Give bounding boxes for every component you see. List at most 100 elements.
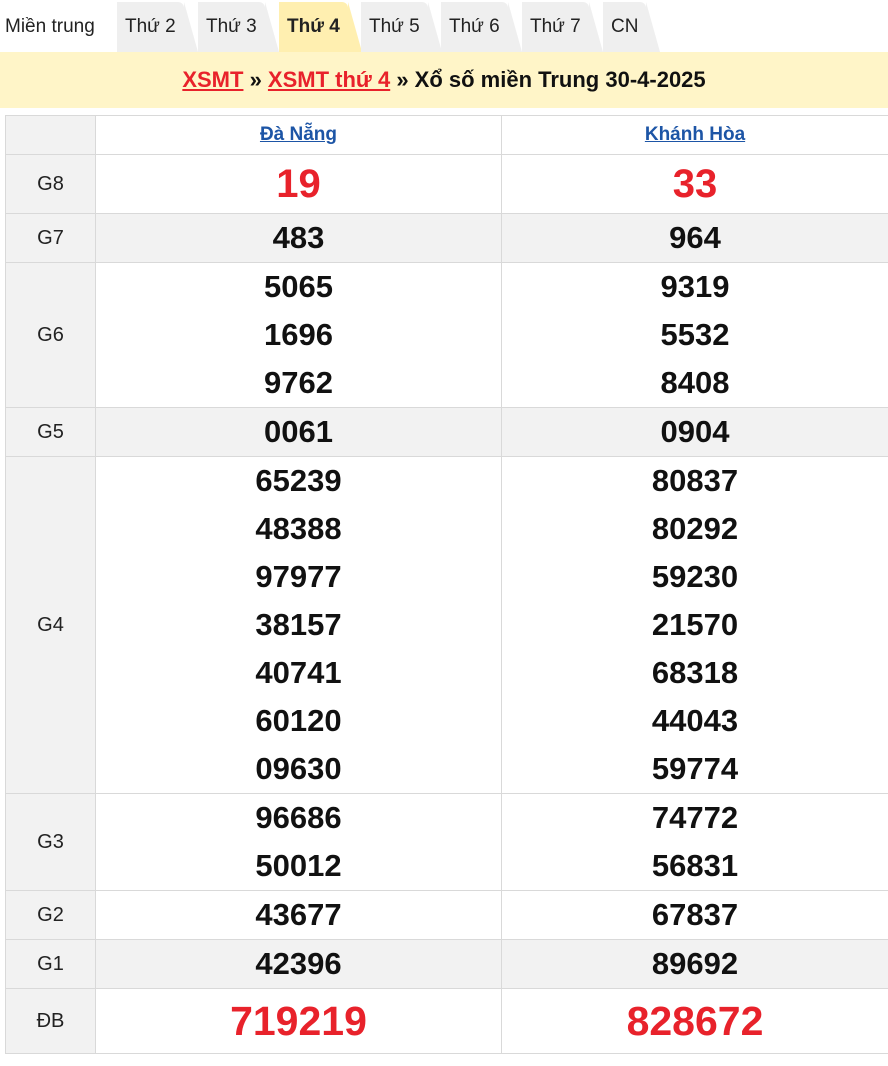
tab-label: Thứ 6: [449, 16, 500, 37]
result-cell-khanh-hoa: 74772 56831: [501, 793, 888, 891]
prize-number: 828672: [626, 998, 764, 1044]
tab-label: CN: [611, 16, 639, 37]
tab-label: Thứ 3: [206, 16, 257, 37]
prize-number: 8408: [660, 365, 730, 400]
prize-number: 0061: [264, 414, 333, 449]
prize-number: 65239: [255, 463, 342, 498]
result-cell-khanh-hoa: 33: [501, 154, 888, 214]
tab-label: Thứ 5: [369, 16, 420, 37]
prize-number: 96686: [255, 800, 342, 835]
tab-label: Miền trung: [5, 16, 95, 37]
prize-number: 964: [669, 220, 721, 255]
prize-number: 80292: [651, 511, 739, 546]
result-cell-khanh-hoa: 9319 5532 8408: [501, 262, 888, 408]
result-cell-da-nang: 5065 1696 9762: [95, 262, 502, 408]
xsmt-thu-4-link[interactable]: XSMT thứ 4: [268, 67, 390, 92]
result-cell-da-nang: 719219: [95, 988, 502, 1054]
prize-number: 80837: [651, 463, 739, 498]
table-row: G7 483 964: [5, 213, 888, 263]
results-table: Đà Nẵng Khánh Hòa G8 19 33 G7 483 964 G6 5065 16…: [5, 115, 888, 1054]
prize-number: 42396: [255, 946, 342, 981]
result-cell-khanh-hoa: 67837: [501, 890, 888, 940]
title-separator: »: [243, 67, 268, 92]
table-row: G5 0061 0904: [5, 407, 888, 457]
table-row: G8 19 33: [5, 154, 888, 214]
prize-number: 59230: [651, 559, 739, 594]
header-empty: [5, 115, 96, 155]
tab-mien-trung[interactable]: Miền trung: [0, 2, 103, 52]
prize-number: 43677: [255, 897, 342, 932]
prize-number: 0904: [660, 414, 730, 449]
prize-number: 21570: [651, 607, 739, 642]
result-cell-khanh-hoa: 0904: [501, 407, 888, 457]
prize-number: 19: [276, 162, 321, 206]
prize-number: 59774: [651, 751, 739, 786]
prize-number: 9762: [264, 365, 333, 400]
result-cell-da-nang: 19: [95, 154, 502, 214]
tab-label: Thứ 7: [530, 16, 581, 37]
province-header: Khánh Hòa: [501, 115, 888, 155]
result-cell-da-nang: 65239 48388 97977 38157 40741 60120 09630: [95, 456, 502, 794]
prize-label: G7: [5, 213, 96, 263]
table-row: ĐB 719219 828672: [5, 988, 888, 1054]
result-cell-da-nang: 0061: [95, 407, 502, 457]
prize-number: 09630: [255, 751, 342, 786]
prize-number: 40741: [255, 655, 342, 690]
result-cell-da-nang: 96686 50012: [95, 793, 502, 891]
result-cell-khanh-hoa: 89692: [501, 939, 888, 989]
result-cell-da-nang: 483: [95, 213, 502, 263]
prize-number: 5065: [264, 269, 333, 304]
prize-number: 719219: [230, 998, 367, 1044]
prize-number: 483: [272, 220, 325, 255]
table-header: Đà Nẵng Khánh Hòa: [5, 115, 888, 155]
prize-label: G2: [5, 890, 96, 940]
title-text: » Xổ số miền Trung 30-4-2025: [390, 67, 706, 92]
prize-label: ĐB: [5, 988, 96, 1054]
prize-number: 5532: [660, 317, 730, 352]
table-row: G2 43677 67837: [5, 890, 888, 940]
tab-thu-3[interactable]: Thứ 3: [198, 2, 279, 52]
prize-number: 1696: [264, 317, 333, 352]
prize-number: 67837: [651, 897, 739, 932]
prize-label: G5: [5, 407, 96, 457]
table-row: G6 5065 1696 9762 9319 5532 8408: [5, 262, 888, 408]
prize-number: 38157: [255, 607, 342, 642]
prize-number: 89692: [651, 946, 739, 981]
table-row: G3 96686 50012 74772 56831: [5, 793, 888, 891]
prize-label: G6: [5, 262, 96, 408]
prize-number: 33: [672, 162, 718, 206]
prize-number: 9319: [660, 269, 730, 304]
result-cell-khanh-hoa: 80837 80292 59230 21570 68318 44043 59774: [501, 456, 888, 794]
prize-number: 44043: [651, 703, 739, 738]
result-cell-da-nang: 43677: [95, 890, 502, 940]
tab-thu-2[interactable]: Thứ 2: [117, 2, 198, 52]
prize-label: G3: [5, 793, 96, 891]
result-cell-khanh-hoa: 964: [501, 213, 888, 263]
tab-thu-5[interactable]: Thứ 5: [361, 2, 442, 52]
tab-cn[interactable]: CN: [603, 2, 661, 52]
prize-number: 60120: [255, 703, 342, 738]
result-cell-khanh-hoa: 828672: [501, 988, 888, 1054]
tab-label: Thứ 4: [287, 16, 340, 37]
tab-thu-4[interactable]: Thứ 4: [279, 2, 362, 52]
prize-label: G1: [5, 939, 96, 989]
prize-number: 50012: [255, 848, 342, 883]
province-link-da-nang[interactable]: Đà Nẵng: [260, 124, 337, 145]
prize-number: 68318: [651, 655, 739, 690]
result-cell-da-nang: 42396: [95, 939, 502, 989]
table-row: G1 42396 89692: [5, 939, 888, 989]
xsmt-link[interactable]: XSMT: [182, 67, 243, 92]
prize-label: G4: [5, 456, 96, 794]
province-header: Đà Nẵng: [95, 115, 502, 155]
prize-label: G8: [5, 154, 96, 214]
province-link-khanh-hoa[interactable]: Khánh Hòa: [645, 124, 745, 145]
tab-thu-7[interactable]: Thứ 7: [522, 2, 603, 52]
tab-thu-6[interactable]: Thứ 6: [441, 2, 522, 52]
prize-number: 97977: [255, 559, 342, 594]
tab-label: Thứ 2: [125, 16, 176, 37]
prize-number: 74772: [651, 800, 739, 835]
table-row: G4 65239 48388 97977 38157 40741 60120 09630 808…: [5, 456, 888, 794]
day-tabs: Miền trung Thứ 2 Thứ 3 Thứ 4 Thứ 5 Thứ 6…: [0, 0, 888, 52]
prize-number: 56831: [651, 848, 739, 883]
prize-number: 48388: [255, 511, 342, 546]
